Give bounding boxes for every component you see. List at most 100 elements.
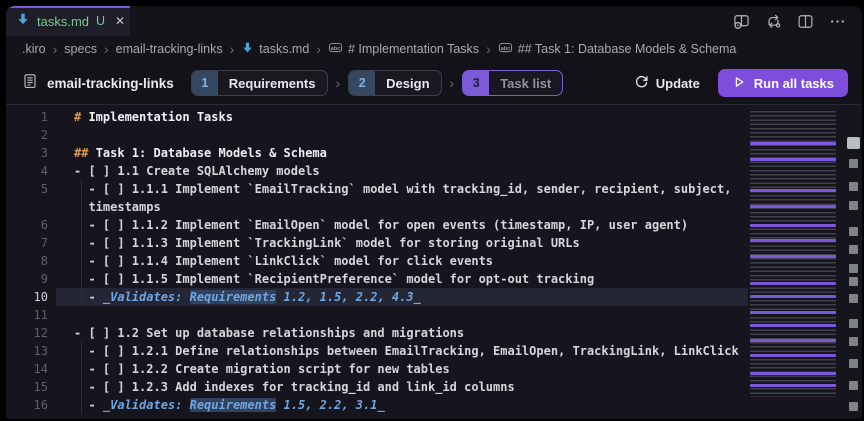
line-number[interactable]: 4 xyxy=(6,162,48,180)
line-number[interactable]: 12 xyxy=(6,324,48,342)
tasks-file-icon xyxy=(241,41,254,57)
line-number[interactable] xyxy=(6,198,48,216)
minimap-highlight-bar xyxy=(750,189,836,192)
minimap-highlight-bar xyxy=(750,311,836,314)
overview-ruler-marker xyxy=(849,201,858,210)
breadcrumb-label: specs xyxy=(64,42,97,56)
update-label: Update xyxy=(656,76,700,91)
code-line[interactable] xyxy=(56,126,748,144)
line-number[interactable]: 5 xyxy=(6,180,48,198)
code-line[interactable]: - [ ] 1.1.4 Implement `LinkClick` model … xyxy=(56,252,748,270)
breadcrumb-item[interactable]: abc # Implementation Tasks xyxy=(328,40,479,58)
minimap[interactable] xyxy=(748,105,844,419)
compare-changes-icon[interactable] xyxy=(765,13,782,30)
line-number[interactable]: 10 xyxy=(6,288,48,306)
code-line[interactable]: - [ ] 1.2.3 Add indexes for tracking_id … xyxy=(56,378,748,396)
code-line[interactable] xyxy=(56,306,748,324)
breadcrumb-separator: › xyxy=(486,42,491,56)
line-number[interactable]: 13 xyxy=(6,342,48,360)
line-number[interactable]: 9 xyxy=(6,270,48,288)
code-segment-text: - [ ] 1.1 Create SQLAlchemy models xyxy=(74,164,320,178)
code-line[interactable]: ## Task 1: Database Models & Schema xyxy=(56,144,748,162)
tab-bar: tasks.md U ✕ xyxy=(6,6,862,36)
step-requirements[interactable]: 1Requirements xyxy=(191,70,328,96)
line-number[interactable]: 7 xyxy=(6,234,48,252)
line-number[interactable]: 14 xyxy=(6,360,48,378)
minimap-highlight-bar xyxy=(750,372,836,375)
breadcrumb: .kiro › specs › email-tracking-links › tasks.m… xyxy=(6,36,862,62)
code-segment-text: - xyxy=(74,290,103,304)
breadcrumb-item[interactable]: abc## Task 1: Database Models & Schema xyxy=(498,40,737,58)
code-line[interactable]: - [ ] 1.1 Create SQLAlchemy models xyxy=(56,162,748,180)
code-segment-text: - [ ] 1.2.2 Create migration script for … xyxy=(74,362,450,376)
minimap-highlight-bar xyxy=(750,142,836,145)
split-editor-icon[interactable] xyxy=(797,13,814,30)
svg-text:abc: abc xyxy=(331,46,341,52)
tasks-file-icon xyxy=(16,12,30,31)
run-all-tasks-button[interactable]: Run all tasks xyxy=(718,69,848,97)
code-line[interactable]: - [ ] 1.1.3 Implement `TrackingLink` mod… xyxy=(56,234,748,252)
code-segment-text: - [ ] 1.2.3 Add indexes for tracking_id … xyxy=(74,380,515,394)
step-task-list[interactable]: 3Task list xyxy=(462,70,563,96)
line-number[interactable]: 3 xyxy=(6,144,48,162)
line-number[interactable]: 1 xyxy=(6,108,48,126)
clipboard-icon xyxy=(22,73,38,94)
code-segment-text: - [ ] 1.1.5 Implement `RecipientPreferen… xyxy=(74,272,594,286)
breadcrumb-item[interactable]: email-tracking-links xyxy=(116,42,223,56)
code-segment-text: - xyxy=(74,398,103,412)
code-segment-validates-highlight: Requirements xyxy=(190,398,277,412)
code-line[interactable]: - [ ] 1.1.2 Implement `EmailOpen` model … xyxy=(56,216,748,234)
breadcrumb-label: # Implementation Tasks xyxy=(348,42,479,56)
spec-steps: 1Requirements›2Design›3Task list xyxy=(191,70,563,96)
breadcrumb-separator: › xyxy=(104,42,109,56)
code-line[interactable]: - [ ] 1.1.5 Implement `RecipientPreferen… xyxy=(56,270,748,288)
code-area[interactable]: # Implementation Tasks ## Task 1: Databas… xyxy=(56,105,748,419)
line-number[interactable]: 11 xyxy=(6,306,48,324)
play-icon xyxy=(732,75,746,92)
overview-ruler-marker xyxy=(849,277,858,286)
line-number[interactable]: 8 xyxy=(6,252,48,270)
code-segment-text: - [ ] 1.1.2 Implement `EmailOpen` model … xyxy=(74,218,688,232)
overview-ruler[interactable] xyxy=(844,105,862,419)
code-segment-text: - [ ] 1.1.3 Implement `TrackingLink` mod… xyxy=(74,236,580,250)
symbol-text-icon: abc xyxy=(328,40,343,58)
code-segment-text: - [ ] 1.1.4 Implement `LinkClick` model … xyxy=(74,254,493,268)
more-actions-icon[interactable] xyxy=(829,13,846,30)
code-line[interactable]: timestamps xyxy=(56,198,748,216)
code-segment-marker: # xyxy=(74,110,88,124)
update-button[interactable]: Update xyxy=(634,74,700,92)
git-status-badge: U xyxy=(96,14,105,28)
step-design[interactable]: 2Design xyxy=(348,70,441,96)
minimap-highlight-bar xyxy=(750,324,836,327)
step-separator: › xyxy=(450,75,455,91)
code-line[interactable]: - _Validates: Requirements 1.5, 2.2, 3.1… xyxy=(56,396,748,414)
breadcrumb-item[interactable]: specs xyxy=(64,42,97,56)
line-number[interactable]: 15 xyxy=(6,378,48,396)
editor-window: tasks.md U ✕ .kiro › specs › email-tracking-… xyxy=(6,6,862,419)
breadcrumb-separator: › xyxy=(316,42,321,56)
scrollbar-position-marker[interactable] xyxy=(847,137,860,149)
code-line[interactable]: - [ ] 1.1.1 Implement `EmailTracking` mo… xyxy=(56,180,748,198)
step-number: 1 xyxy=(192,71,218,95)
code-line[interactable]: # Implementation Tasks xyxy=(56,108,748,126)
code-line[interactable]: - [ ] 1.2.1 Define relationships between… xyxy=(56,342,748,360)
open-preview-icon[interactable] xyxy=(733,13,750,30)
code-line[interactable]: - [ ] 1.2.2 Create migration script for … xyxy=(56,360,748,378)
code-line-current[interactable]: - _Validates: Requirements 1.2, 1.5, 2.2… xyxy=(56,288,748,306)
minimap-highlight-bar xyxy=(750,158,836,161)
code-segment-validates: 1.5, 2.2, 3.1_ xyxy=(276,398,384,412)
breadcrumb-item[interactable]: tasks.md xyxy=(241,41,309,57)
step-label: Requirements xyxy=(218,71,327,95)
line-number[interactable]: 16 xyxy=(6,396,48,414)
code-line[interactable]: - [ ] 1.2 Set up database relationships … xyxy=(56,324,748,342)
breadcrumb-label: tasks.md xyxy=(259,42,309,56)
overview-ruler-marker xyxy=(849,402,858,411)
minimap-highlight-bar xyxy=(750,295,836,298)
breadcrumb-item[interactable]: .kiro xyxy=(22,42,46,56)
overview-ruler-marker xyxy=(849,359,858,368)
minimap-highlight-bar xyxy=(750,282,836,285)
close-icon[interactable]: ✕ xyxy=(115,14,125,28)
line-number[interactable]: 2 xyxy=(6,126,48,144)
line-number[interactable]: 6 xyxy=(6,216,48,234)
tab-tasks-md[interactable]: tasks.md U ✕ xyxy=(6,6,130,36)
